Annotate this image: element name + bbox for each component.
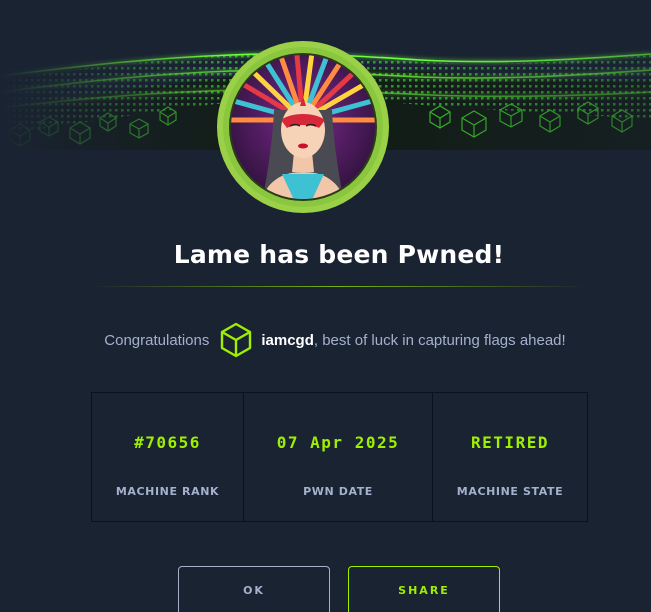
congrats-prefix: Congratulations xyxy=(104,331,210,349)
machine-rank-value: #70656 xyxy=(134,433,201,452)
stat-pwn-date: 07 Apr 2025 PWN DATE xyxy=(244,393,433,521)
stat-machine-rank: #70656 MACHINE RANK xyxy=(92,393,244,521)
title-divider xyxy=(92,286,587,287)
congrats-line: Congratulations iamcgd , best of luck in… xyxy=(0,320,651,360)
username-link[interactable]: iamcgd xyxy=(261,332,314,349)
machine-avatar xyxy=(216,40,390,214)
pwn-date-label: PWN DATE xyxy=(303,485,373,498)
page-title: Lame has been Pwned! xyxy=(173,240,505,269)
green-cube-icon xyxy=(219,322,253,358)
machine-state-value: RETIRED xyxy=(471,433,549,452)
stats-grid: #70656 MACHINE RANK 07 Apr 2025 PWN DATE… xyxy=(91,392,588,522)
ok-button[interactable]: OK xyxy=(178,566,330,612)
share-button[interactable]: SHARE xyxy=(348,566,500,612)
machine-rank-label: MACHINE RANK xyxy=(115,485,220,498)
pwned-dialog: Lame has been Pwned! Congratulations iam… xyxy=(0,0,651,612)
pwn-date-value: 07 Apr 2025 xyxy=(276,433,400,452)
stat-machine-state: RETIRED MACHINE STATE xyxy=(433,393,587,521)
congrats-suffix: , best of luck in capturing flags ahead! xyxy=(313,331,566,349)
machine-state-label: MACHINE STATE xyxy=(456,485,564,498)
